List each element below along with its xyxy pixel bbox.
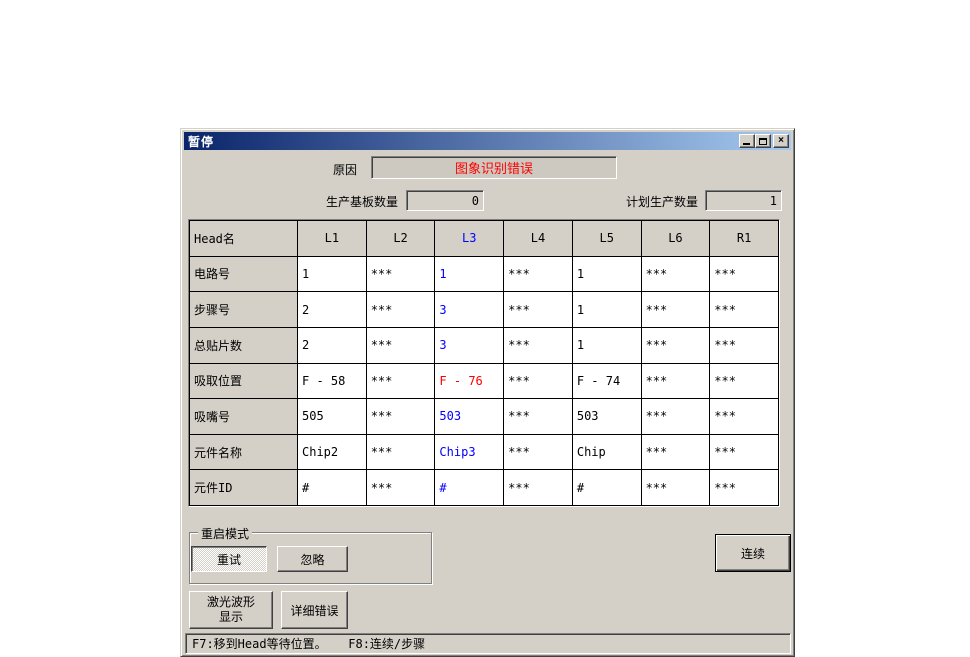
row-header: 元件ID [190, 470, 298, 506]
table-cell: *** [504, 256, 573, 293]
table-cell: *** [710, 434, 779, 471]
table-cell: # [298, 470, 367, 506]
column-header: L3 [435, 221, 505, 257]
table-cell: *** [710, 256, 779, 293]
table-corner-cell: Head名 [190, 221, 298, 257]
maximize-icon [759, 137, 767, 145]
laser-waveform-button[interactable]: 激光波形 显示 [189, 591, 273, 629]
table-cell: *** [366, 327, 436, 364]
table-cell: *** [504, 399, 573, 435]
table-cell: *** [710, 470, 779, 506]
table-cell: *** [641, 470, 711, 506]
table-cell: *** [504, 327, 573, 364]
table-cell: *** [710, 399, 779, 435]
statusbar: F7:移到Head等待位置。 F8:连续/步骤 [185, 633, 791, 654]
continue-button[interactable]: 连续 [715, 534, 791, 572]
table-cell: *** [366, 256, 436, 293]
detail-error-button[interactable]: 详细错误 [281, 591, 348, 629]
maximize-button[interactable] [755, 134, 771, 148]
table-cell: *** [710, 292, 779, 328]
table-cell: *** [366, 292, 436, 328]
table-cell: *** [366, 434, 436, 471]
titlebar[interactable]: 暂停 × [184, 132, 791, 150]
row-header: 电路号 [190, 256, 298, 293]
table-cell: *** [366, 399, 436, 435]
table-cell: Chip [572, 434, 642, 471]
placement-table: Head名 L1 L2 L3 L4 L5 L6 R1 电路号 1 *** 1 *** 1 *** *** 步骤号… [189, 220, 779, 506]
table-cell: 1 [572, 327, 642, 364]
window-title: 暂停 [188, 134, 215, 149]
minimize-button[interactable] [739, 134, 755, 148]
table-cell: *** [641, 256, 711, 293]
table-cell: *** [504, 470, 573, 506]
reason-value: 图象识别错误 [454, 161, 533, 176]
head-table-frame: Head名 L1 L2 L3 L4 L5 L6 R1 电路号 1 *** 1 *** 1 *** *** 步骤号… [188, 219, 780, 507]
table-cell: *** [710, 363, 779, 400]
table-cell: *** [710, 327, 779, 364]
column-header: L1 [298, 221, 367, 257]
column-header: R1 [710, 221, 779, 257]
table-cell: *** [366, 363, 436, 400]
table-cell: 1 [298, 256, 367, 293]
titlebar-buttons: × [739, 134, 789, 148]
table-cell: *** [504, 292, 573, 328]
table-cell: # [572, 470, 642, 506]
restart-mode-label: 重启模式 [198, 525, 253, 542]
table-cell: *** [641, 363, 711, 400]
reason-field: 图象识别错误 [371, 156, 617, 179]
table-cell: *** [504, 434, 573, 471]
table-cell: Chip3 [435, 434, 505, 471]
row-header: 步骤号 [190, 292, 298, 328]
table-cell: *** [641, 434, 711, 471]
row-header: 吸嘴号 [190, 399, 298, 435]
produced-count-label: 生产基板数量 [325, 195, 398, 209]
row-header: 总贴片数 [190, 327, 298, 364]
row-header: 元件名称 [190, 434, 298, 471]
table-cell: F - 58 [298, 363, 367, 400]
table-cell: 2 [298, 292, 367, 328]
table-cell: 1 [572, 292, 642, 328]
planned-count-label: 计划生产数量 [625, 195, 698, 209]
table-cell: *** [641, 327, 711, 364]
produced-count-field: 0 [406, 190, 484, 211]
minimize-icon [743, 143, 750, 145]
table-cell: F - 76 [435, 363, 505, 400]
reason-label: 原因 [333, 163, 358, 177]
table-cell: # [435, 470, 505, 506]
table-cell: 1 [572, 256, 642, 293]
table-cell: 503 [572, 399, 642, 435]
ignore-button[interactable]: 忽略 [277, 546, 348, 572]
close-button[interactable]: × [773, 134, 789, 148]
table-cell: 1 [435, 256, 505, 293]
table-cell: 3 [435, 327, 505, 364]
table-cell: 2 [298, 327, 367, 364]
column-header: L5 [572, 221, 642, 257]
planned-count-field: 1 [705, 190, 782, 211]
column-header: L2 [366, 221, 436, 257]
retry-button[interactable]: 重试 [191, 546, 267, 572]
column-header: L6 [641, 221, 711, 257]
table-cell: *** [504, 363, 573, 400]
table-cell: F - 74 [572, 363, 642, 400]
column-header: L4 [504, 221, 573, 257]
table-cell: 503 [435, 399, 505, 435]
pause-dialog: 暂停 × 原因 图象识别错误 生产基板数量 0 计划生产数量 1 Head名 L1… [180, 128, 795, 657]
table-cell: *** [641, 399, 711, 435]
table-cell: *** [366, 470, 436, 506]
table-cell: 3 [435, 292, 505, 328]
close-icon: × [778, 135, 784, 146]
statusbar-text: F7:移到Head等待位置。 F8:连续/步骤 [192, 637, 426, 651]
table-cell: Chip2 [298, 434, 367, 471]
table-cell: 505 [298, 399, 367, 435]
row-header: 吸取位置 [190, 363, 298, 400]
table-cell: *** [641, 292, 711, 328]
